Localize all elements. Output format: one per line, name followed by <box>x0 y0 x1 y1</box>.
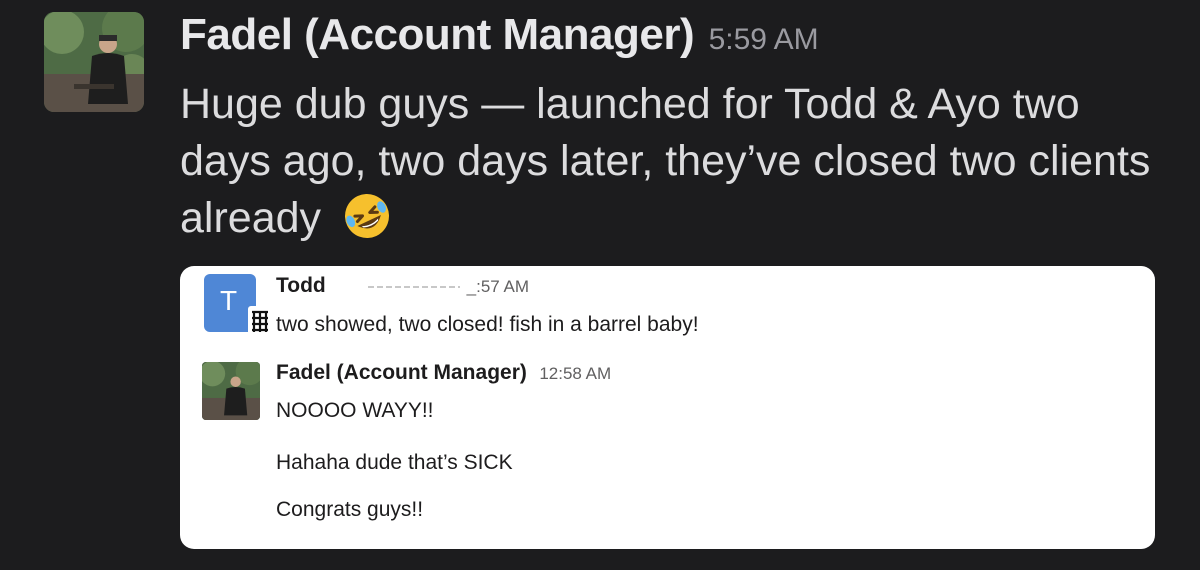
todd-name[interactable]: Todd <box>276 274 326 297</box>
fadel-avatar[interactable] <box>202 362 260 420</box>
message-text: Huge dub guys — launched for Todd & Ayo … <box>180 80 1151 242</box>
fadel-timestamp[interactable]: 12:58 AM <box>539 364 611 383</box>
todd-timestamp[interactable]: _:57 AM <box>467 277 529 296</box>
message-header: Fadel (Account Manager) 5:59 AM <box>180 10 819 60</box>
fadel-message-line: Congrats guys!! <box>276 498 424 521</box>
sender-avatar[interactable] <box>44 12 144 112</box>
rolling-on-floor-laughing-icon <box>341 190 393 242</box>
todd-message-text: two showed, two closed! fish in a barrel… <box>276 313 699 336</box>
fadel-name[interactable]: Fadel (Account Manager) <box>276 361 527 384</box>
message-body: Huge dub guys — launched for Todd & Ayo … <box>180 76 1180 247</box>
sender-name[interactable]: Fadel (Account Manager) <box>180 10 695 59</box>
workspace-badge-icon <box>248 306 272 336</box>
quoted-messages-card[interactable]: T Todd _:57 AM two showed, two closed! f… <box>180 266 1155 549</box>
fadel-message-header: Fadel (Account Manager) 12:58 AM <box>276 361 611 385</box>
redacted-date <box>368 286 461 288</box>
todd-message-header: Todd _:57 AM <box>276 274 529 298</box>
avatar-letter: T <box>220 285 238 316</box>
fadel-message-line: Hahaha dude that’s SICK <box>276 451 513 474</box>
fadel-message-line: NOOOO WAYY!! <box>276 399 434 422</box>
message-timestamp[interactable]: 5:59 AM <box>709 23 819 56</box>
